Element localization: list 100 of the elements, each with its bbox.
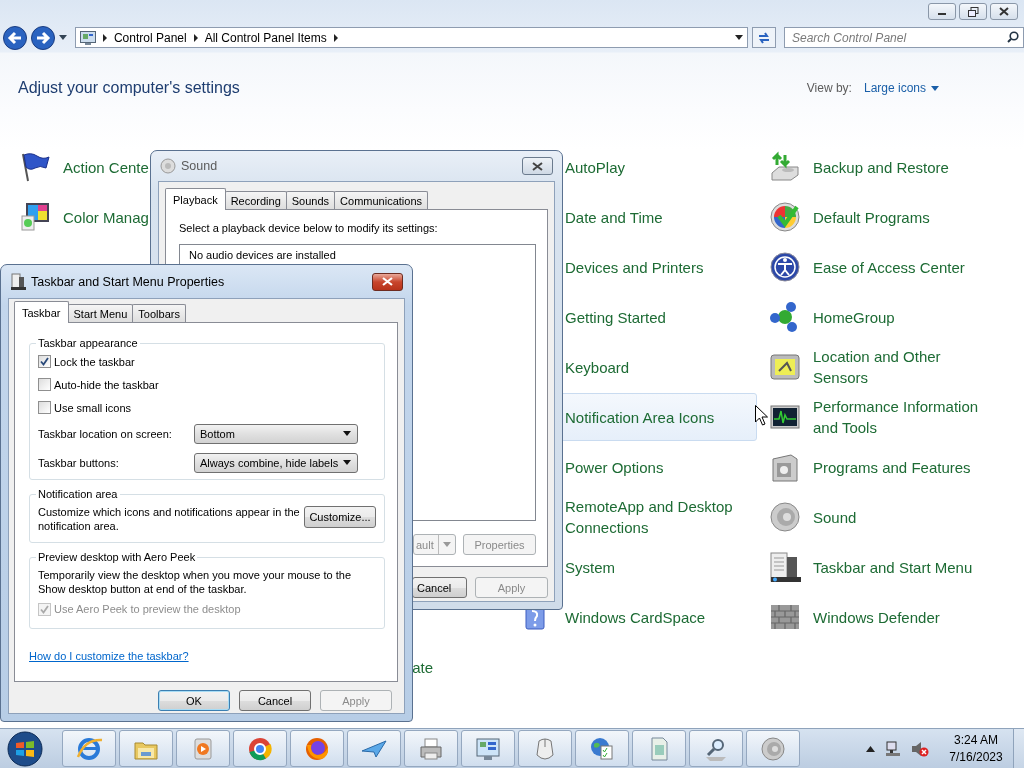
- taskbar-button[interactable]: [233, 730, 287, 767]
- taskbar-button[interactable]: [347, 730, 401, 767]
- chevron-icon: [192, 33, 199, 42]
- refresh-button[interactable]: [752, 27, 776, 48]
- settings-link[interactable]: Taskbar and Start Menu: [768, 543, 974, 591]
- checkbox[interactable]: [38, 355, 51, 368]
- settings-link[interactable]: ate: [411, 643, 434, 691]
- software-box-icon: [769, 451, 801, 483]
- cursor-icon: [755, 405, 768, 426]
- settings-link[interactable]: HomeGroup: [768, 293, 896, 341]
- settings-link[interactable]: Default Programs: [768, 193, 931, 241]
- settings-link[interactable]: Action Cente: [18, 143, 150, 191]
- instruction-text: Select a playback device below to modify its settings:: [179, 221, 439, 235]
- breadcrumb-link[interactable]: All Control Panel Items: [204, 30, 327, 45]
- taskbar-button[interactable]: [746, 730, 800, 767]
- dropdown-arrow-icon: [59, 34, 67, 41]
- close-button[interactable]: [372, 272, 403, 291]
- dialog-title: Taskbar and Start Menu Properties: [31, 274, 225, 289]
- taskbar-icon: [10, 272, 26, 291]
- settings-link[interactable]: Backup and Restore: [768, 143, 950, 191]
- chevron-icon: [332, 33, 339, 42]
- field-label: Taskbar buttons:: [38, 456, 120, 469]
- group-title: Notification area: [36, 487, 120, 501]
- dropdown[interactable]: Bottom: [194, 423, 358, 444]
- close-icon: [382, 277, 393, 286]
- control-panel-icon: [79, 30, 96, 45]
- checkbox[interactable]: [38, 401, 51, 414]
- taskbar-button[interactable]: [518, 730, 572, 767]
- close-button[interactable]: [990, 3, 1018, 20]
- flag-icon: [19, 151, 51, 183]
- taskbar-button[interactable]: [62, 730, 116, 767]
- view-by-link[interactable]: Large icons: [863, 81, 939, 95]
- description-text: Temporarily view the desktop when you move your mouse to the Show desktop button at end of the taskbar.: [38, 568, 353, 596]
- gps-device-icon: [769, 351, 801, 383]
- taskbar-button[interactable]: [119, 730, 173, 767]
- field-label: Taskbar location on screen:: [38, 427, 173, 440]
- dropdown-arrow-icon: [343, 431, 351, 436]
- check-circle-icon: [769, 201, 801, 233]
- clock-date[interactable]: 7/16/2023: [949, 748, 1003, 766]
- dialog-button[interactable]: OK: [158, 690, 230, 711]
- show-hidden-icons-icon: [866, 745, 875, 752]
- view-by-label: View by:: [806, 81, 852, 95]
- start-orb-icon: [6, 729, 44, 768]
- muted-speaker-icon: [911, 740, 929, 757]
- checkbox-label: Use Aero Peek to preview the desktop: [54, 603, 241, 615]
- dialog-button[interactable]: Cancel: [239, 690, 311, 711]
- start-button[interactable]: [5, 729, 45, 768]
- settings-link[interactable]: Performance Information and Tools: [768, 393, 996, 441]
- taskbar-icon: [769, 551, 801, 583]
- settings-link[interactable]: Color Manag: [18, 193, 150, 241]
- checkbox-label: Use small icons: [54, 401, 132, 414]
- description-text: Customize which icons and notifications appear in the notification area.: [38, 505, 300, 533]
- taskbar-button[interactable]: [461, 730, 515, 767]
- caret-icon: [931, 85, 939, 91]
- dialog-button[interactable]: Customize...: [304, 506, 376, 528]
- clock-time[interactable]: 3:24 AM: [954, 731, 998, 749]
- dropdown[interactable]: Always combine, hide labels: [194, 452, 358, 473]
- checkbox[interactable]: [38, 378, 51, 391]
- drive-icon: [769, 151, 801, 183]
- taskbar-button[interactable]: [404, 730, 458, 767]
- restore-button[interactable]: [959, 3, 987, 20]
- group-title: Preview desktop with Aero Peek: [36, 550, 198, 564]
- minimize-button[interactable]: [928, 3, 956, 20]
- chevron-icon: [101, 33, 108, 42]
- forward-button[interactable]: [31, 25, 55, 50]
- refresh-icon: [757, 31, 772, 44]
- close-icon: [999, 7, 1009, 16]
- empty-list-message: No audio devices are installed: [189, 249, 336, 261]
- checkbox-label: Lock the taskbar: [54, 355, 135, 368]
- dropdown-arrow-icon: [343, 460, 351, 465]
- dialog-title: Sound: [181, 159, 218, 173]
- settings-link[interactable]: Windows Defender: [768, 593, 941, 641]
- speaker-icon: [769, 501, 801, 533]
- search-field[interactable]: Search Control Panel: [784, 27, 1024, 48]
- help-link[interactable]: How do I customize the taskbar?: [29, 649, 189, 663]
- speaker-icon: [759, 734, 787, 763]
- monitor-icon: [19, 201, 51, 233]
- breadcrumb-link[interactable]: Control Panel: [113, 30, 187, 45]
- settings-link[interactable]: Location and Other Sensors: [768, 343, 996, 391]
- tab[interactable]: Toolbars: [132, 304, 186, 322]
- group-title: Taskbar appearance: [36, 336, 140, 350]
- taskbar-button[interactable]: [632, 730, 686, 767]
- speaker-icon: [160, 158, 176, 174]
- taskbar-button[interactable]: [176, 730, 230, 767]
- restore-icon: [967, 6, 979, 17]
- settings-link[interactable]: Ease of Access Center: [768, 243, 966, 291]
- close-icon: [532, 161, 543, 171]
- taskbar-button[interactable]: [689, 730, 743, 767]
- back-button[interactable]: [3, 25, 27, 50]
- taskbar-button[interactable]: [575, 730, 629, 767]
- accessibility-icon: [769, 251, 801, 283]
- page-heading: Adjust your computer's settings: [18, 79, 240, 97]
- checkbox-label: Auto-hide the taskbar: [54, 378, 159, 391]
- taskbar-button[interactable]: [290, 730, 344, 767]
- tab[interactable]: Taskbar: [14, 301, 69, 323]
- tab[interactable]: Start Menu: [67, 304, 134, 322]
- settings-link[interactable]: Sound: [768, 493, 858, 541]
- network-icon: [885, 740, 901, 757]
- address-bar[interactable]: Control Panel All Control Panel Items: [74, 27, 749, 48]
- settings-link[interactable]: Programs and Features: [768, 443, 972, 491]
